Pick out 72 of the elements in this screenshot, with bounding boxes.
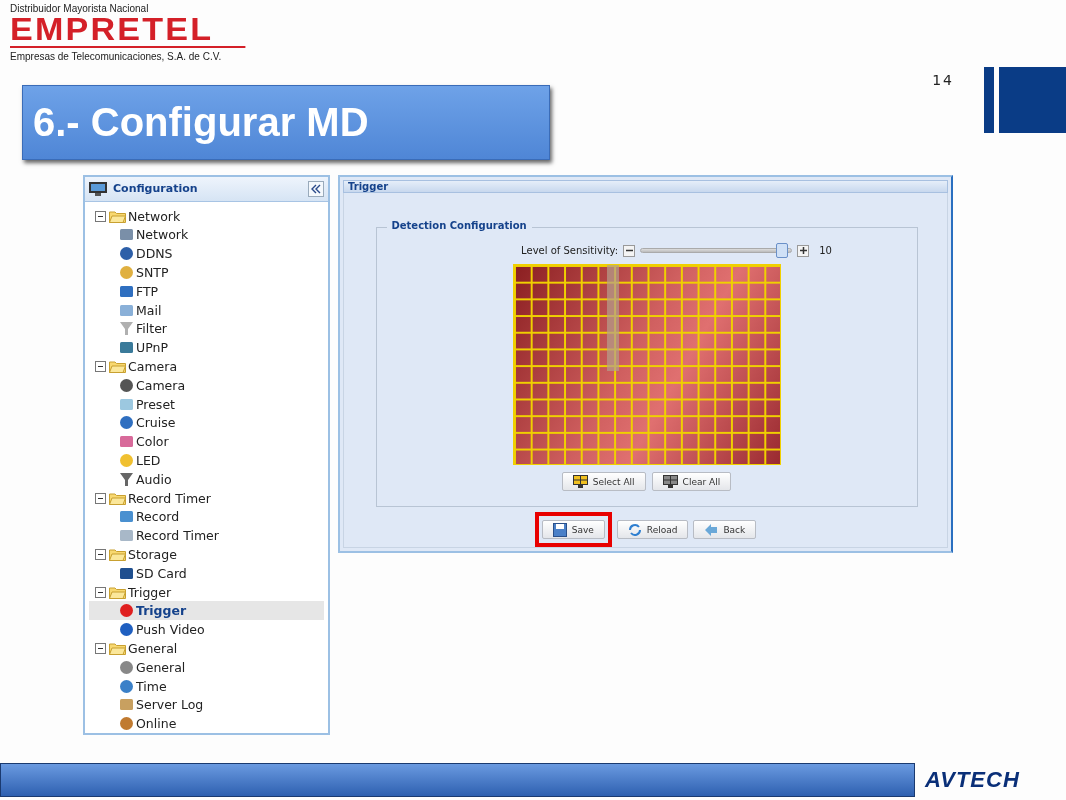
back-arrow-icon: [704, 522, 719, 537]
form-button[interactable]: Reload: [616, 520, 689, 539]
folder-icon: [109, 209, 126, 223]
tree-folder-label[interactable]: Camera: [128, 358, 178, 374]
tree-item[interactable]: Mail: [89, 300, 324, 320]
increase-button[interactable]: [797, 244, 810, 257]
tree-item[interactable]: Color: [89, 432, 324, 452]
tree-item[interactable]: Push Video: [89, 620, 324, 639]
tree-item[interactable]: General: [89, 657, 324, 677]
sensitivity-value: 10: [819, 245, 832, 256]
corner-stripe: [984, 67, 994, 133]
collapse-toggle-icon[interactable]: [95, 492, 106, 504]
tree-item[interactable]: Filter: [89, 319, 324, 339]
sensitivity-slider[interactable]: [640, 243, 793, 258]
refresh-icon: [627, 522, 642, 537]
folder-icon: [109, 585, 126, 599]
company-logo: EMPRETEL: [10, 14, 246, 48]
form-button[interactable]: Save: [541, 520, 605, 539]
collapse-button[interactable]: [308, 180, 324, 197]
logo-tagline: Distribuidor Mayorista Nacional: [10, 3, 150, 14]
tree-item[interactable]: Time: [89, 676, 324, 696]
motion-grid-drawing[interactable]: [512, 264, 781, 465]
plus-icon: [798, 246, 808, 255]
company-name: Empresas de Telecomunicaciones, S.A. de C.V.: [10, 51, 223, 62]
page-number: 14: [932, 72, 954, 88]
tree-item[interactable]: Camera: [89, 375, 324, 395]
tree-item[interactable]: Record: [89, 507, 324, 527]
tree-item[interactable]: Server Log: [89, 695, 324, 715]
slider-thumb[interactable]: [776, 243, 788, 258]
double-chevron-icon: [311, 183, 321, 194]
tree-item[interactable]: DDNS: [89, 244, 324, 264]
tree-item[interactable]: Preset: [89, 394, 324, 414]
funnel-icon: [119, 321, 134, 337]
tree-item[interactable]: LED: [89, 451, 324, 470]
sidebar-title: Configuration: [113, 182, 199, 196]
grid-monitor-icon: [572, 475, 588, 488]
sensitivity-label: Level of Sensitivity:: [521, 245, 619, 256]
collapse-toggle-icon[interactable]: [95, 642, 106, 654]
collapse-toggle-icon[interactable]: [95, 586, 106, 598]
collapse-toggle-icon[interactable]: [95, 210, 106, 222]
form-button[interactable]: Back: [693, 520, 757, 539]
footer-logo: AVTECH: [925, 767, 1020, 793]
folder-icon: [109, 359, 126, 373]
panel-title: Trigger: [343, 180, 948, 193]
decrease-button[interactable]: [623, 244, 636, 257]
collapse-toggle-icon[interactable]: [95, 360, 106, 372]
tree-item[interactable]: Trigger: [89, 601, 324, 621]
tree-item[interactable]: Online: [89, 714, 324, 733]
grid-monitor-icon: [662, 475, 678, 488]
grid-action-button[interactable]: Clear All: [651, 472, 732, 491]
tree-item[interactable]: Record Timer: [89, 526, 324, 546]
slide-title: 6.- Configurar MD: [22, 85, 550, 160]
tree-folder-label[interactable]: Storage: [128, 546, 177, 562]
tree-item[interactable]: FTP: [89, 281, 324, 301]
collapse-toggle-icon[interactable]: [95, 548, 106, 560]
tree-item[interactable]: SD Card: [89, 563, 324, 583]
folder-icon: [109, 491, 126, 505]
tree-folder-label[interactable]: Network: [128, 208, 181, 224]
tree-item[interactable]: UPnP: [89, 338, 324, 358]
folder-icon: [109, 641, 126, 655]
tree-folder-label[interactable]: General: [128, 640, 178, 656]
tree-item[interactable]: SNTP: [89, 263, 324, 282]
folder-icon: [109, 547, 126, 561]
tree-folder-label[interactable]: Trigger: [128, 584, 172, 600]
grid-action-button[interactable]: Select All: [561, 472, 646, 491]
tree-item[interactable]: Audio: [89, 469, 324, 489]
tree-item[interactable]: Network: [89, 225, 324, 245]
tree-item[interactable]: Cruise: [89, 413, 324, 433]
corner-block: [999, 67, 1066, 133]
fieldset-legend: Detection Configuration: [386, 220, 532, 231]
tree-folder-label[interactable]: Record Timer: [128, 490, 211, 506]
monitor-icon: [89, 181, 107, 196]
